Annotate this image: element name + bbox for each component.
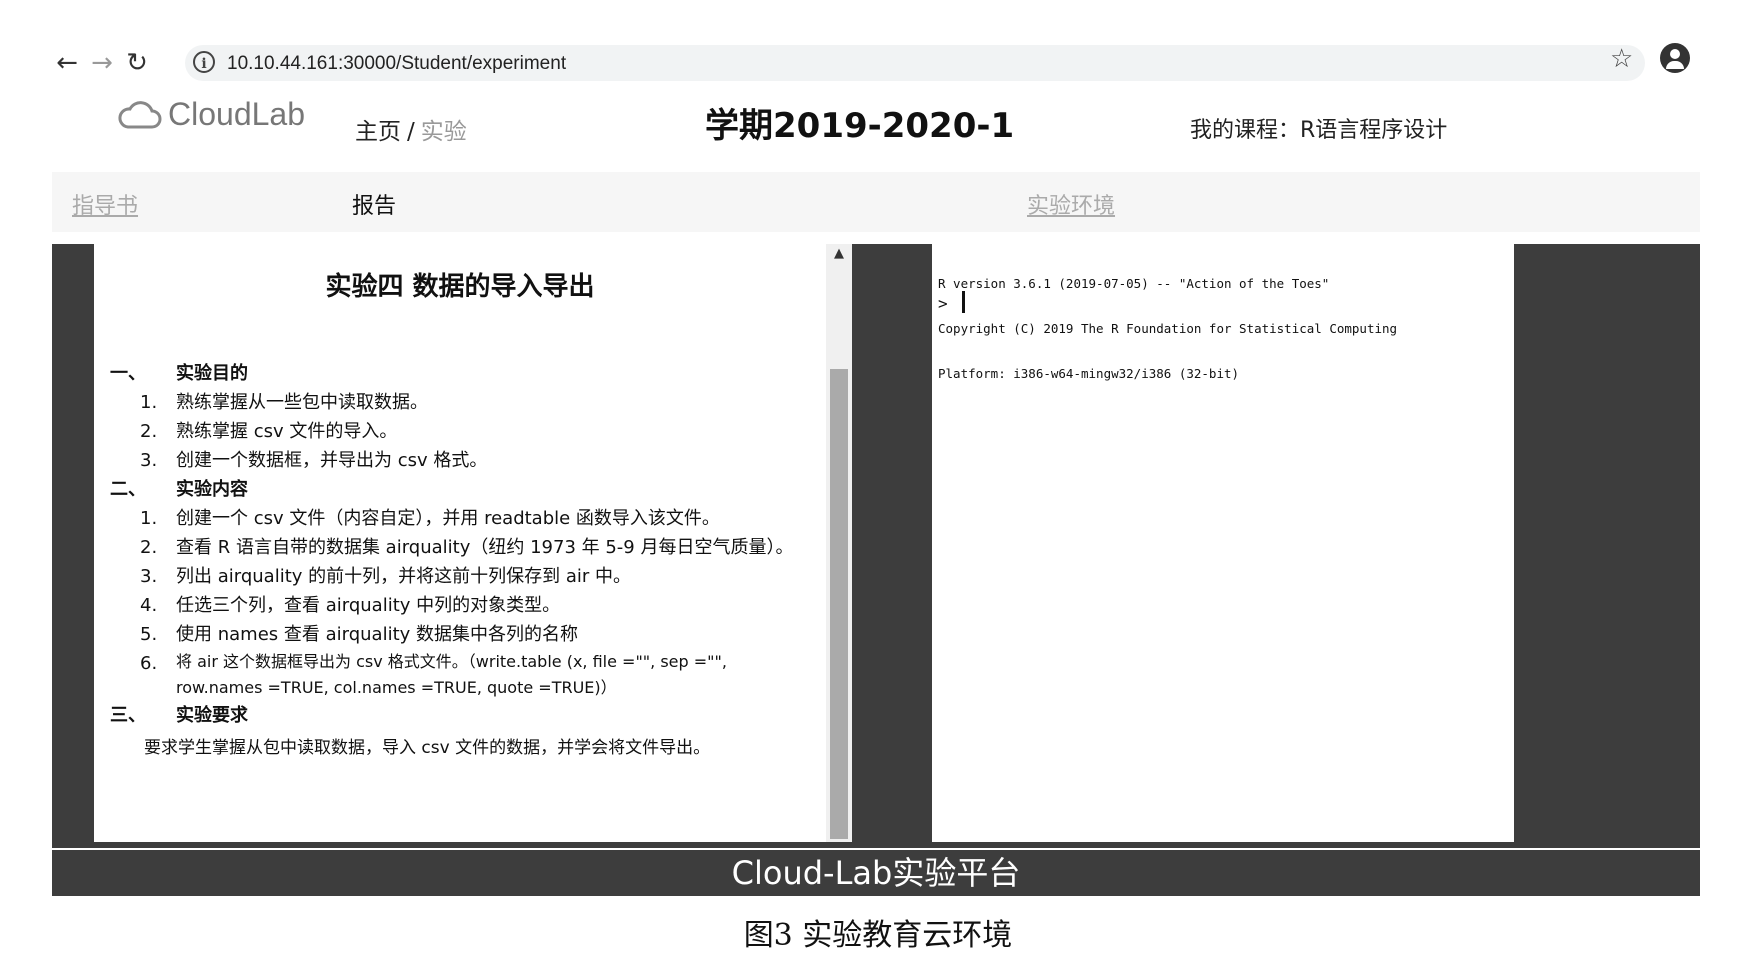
item-text: 任选三个列，查看 airquality 中列的对象类型。	[176, 595, 561, 616]
r-console[interactable]: R version 3.6.1 (2019-07-05) -- "Action …	[932, 244, 1514, 842]
back-arrow-icon[interactable]: ←	[50, 46, 84, 80]
section-number: 二、	[110, 479, 146, 500]
section-heading: 二、 实验内容	[110, 475, 810, 504]
item-text: 使用 names 查看 airquality 数据集中各列的名称	[176, 624, 579, 645]
console-line: Copyright (C) 2019 The R Foundation for …	[938, 321, 1398, 336]
breadcrumb: 主页 / 实验	[355, 112, 467, 146]
list-item: 5. 使用 names 查看 airquality 数据集中各列的名称	[110, 620, 810, 649]
console-line: R version 3.6.1 (2019-07-05) -- "Action …	[938, 276, 1330, 291]
figure-caption: 图3 实验教育云环境	[743, 918, 1013, 953]
tab-guide[interactable]: 指导书	[72, 188, 138, 220]
scroll-up-arrow-icon[interactable]: ▲	[826, 244, 852, 264]
document-title: 实验四 数据的导入导出	[325, 272, 595, 302]
item-number: 5.	[140, 624, 158, 645]
section-title: 实验要求	[176, 705, 248, 726]
item-text: 创建一个 csv 文件（内容自定），并用 readtable 函数导入该文件。	[176, 508, 720, 529]
item-text: 熟练掌握 csv 文件的导入。	[176, 421, 398, 442]
cloud-icon	[118, 101, 162, 129]
item-text: 创建一个数据框，并导出为 csv 格式。	[176, 450, 488, 471]
workspace: 实验四 数据的导入导出 一、 实验目的 1. 熟练掌握从一些包中读取数据。 2. 熟…	[52, 244, 1700, 848]
item-number: 6.	[140, 653, 158, 674]
item-number: 2.	[140, 421, 158, 442]
section-number: 三、	[110, 705, 146, 726]
console-output: R version 3.6.1 (2019-07-05) -- "Action …	[938, 246, 1397, 411]
reload-icon[interactable]: ↻	[120, 46, 154, 80]
logo-text: CloudLab	[168, 96, 305, 132]
breadcrumb-current: 实验	[420, 119, 467, 145]
item-number: 4.	[140, 595, 158, 616]
list-item: 4. 任选三个列，查看 airquality 中列的对象类型。	[110, 591, 810, 620]
console-prompt[interactable]: >	[938, 294, 948, 313]
scroll-thumb[interactable]	[830, 369, 848, 839]
list-item: 2. 熟练掌握 csv 文件的导入。	[110, 417, 810, 446]
list-item: 6. 将 air 这个数据框导出为 csv 格式文件。（write.table (…	[110, 649, 810, 701]
item-text: 熟练掌握从一些包中读取数据。	[176, 392, 428, 413]
platform-footer: Cloud-Lab实验平台	[52, 850, 1700, 896]
section-title: 实验内容	[176, 479, 248, 500]
item-text: 将 air 这个数据框导出为 csv 格式文件。（write.table (x,…	[176, 652, 727, 697]
tab-bar: 指导书 报告 实验环境	[52, 172, 1700, 232]
item-number: 2.	[140, 537, 158, 558]
item-number: 1.	[140, 392, 158, 413]
item-text: 列出 airquality 的前十列，并将这前十列保存到 air 中。	[176, 566, 632, 587]
bookmark-star-icon[interactable]: ☆	[1610, 44, 1633, 74]
console-line: Platform: i386-w64-mingw32/i386 (32-bit)	[938, 366, 1240, 381]
document-scrollbar[interactable]: ▲	[826, 244, 852, 842]
site-info-icon[interactable]: i	[193, 51, 215, 73]
course-label: 我的课程：R语言程序设计	[1190, 118, 1448, 143]
section-title: 实验目的	[176, 363, 248, 384]
list-item: 1. 熟练掌握从一些包中读取数据。	[110, 388, 810, 417]
section-heading: 一、 实验目的	[110, 359, 810, 388]
text-cursor	[962, 291, 965, 313]
breadcrumb-home-link[interactable]: 主页	[355, 119, 401, 145]
list-item: 3. 列出 airquality 的前十列，并将这前十列保存到 air 中。	[110, 562, 810, 591]
breadcrumb-separator: /	[407, 119, 415, 145]
forward-arrow-icon[interactable]: →	[85, 46, 119, 80]
app-header: CloudLab 主页 / 实验 学期2019-2020-1 我的课程：R语言程序设…	[0, 90, 1756, 170]
item-number: 1.	[140, 508, 158, 529]
document-body: 一、 实验目的 1. 熟练掌握从一些包中读取数据。 2. 熟练掌握 csv 文件的导…	[110, 359, 810, 763]
address-bar[interactable]: i 10.10.44.161:30000/Student/experiment	[185, 45, 1645, 81]
url-text[interactable]: 10.10.44.161:30000/Student/experiment	[227, 53, 566, 75]
item-number: 3.	[140, 566, 158, 587]
tab-environment[interactable]: 实验环境	[1027, 188, 1115, 220]
list-item: 3. 创建一个数据框，并导出为 csv 格式。	[110, 446, 810, 475]
item-number: 3.	[140, 450, 158, 471]
requirement-text: 要求学生掌握从包中读取数据，导入 csv 文件的数据，并学会将文件导出。	[144, 738, 711, 758]
instruction-document[interactable]: 实验四 数据的导入导出 一、 实验目的 1. 熟练掌握从一些包中读取数据。 2. 熟…	[94, 244, 826, 842]
section-number: 一、	[110, 363, 146, 384]
semester-title: 学期2019-2020-1	[705, 106, 1015, 146]
browser-toolbar: ← → ↻ i 10.10.44.161:30000/Student/exper…	[0, 38, 1756, 88]
list-item: 1. 创建一个 csv 文件（内容自定），并用 readtable 函数导入该文件…	[110, 504, 810, 533]
account-icon[interactable]	[1660, 43, 1690, 73]
section-heading: 三、 实验要求	[110, 701, 810, 730]
tab-report[interactable]: 报告	[352, 188, 396, 220]
list-item: 2. 查看 R 语言自带的数据集 airquality（纽约 1973 年 5-9…	[110, 533, 810, 562]
item-text: 查看 R 语言自带的数据集 airquality（纽约 1973 年 5-9 月…	[176, 537, 794, 558]
